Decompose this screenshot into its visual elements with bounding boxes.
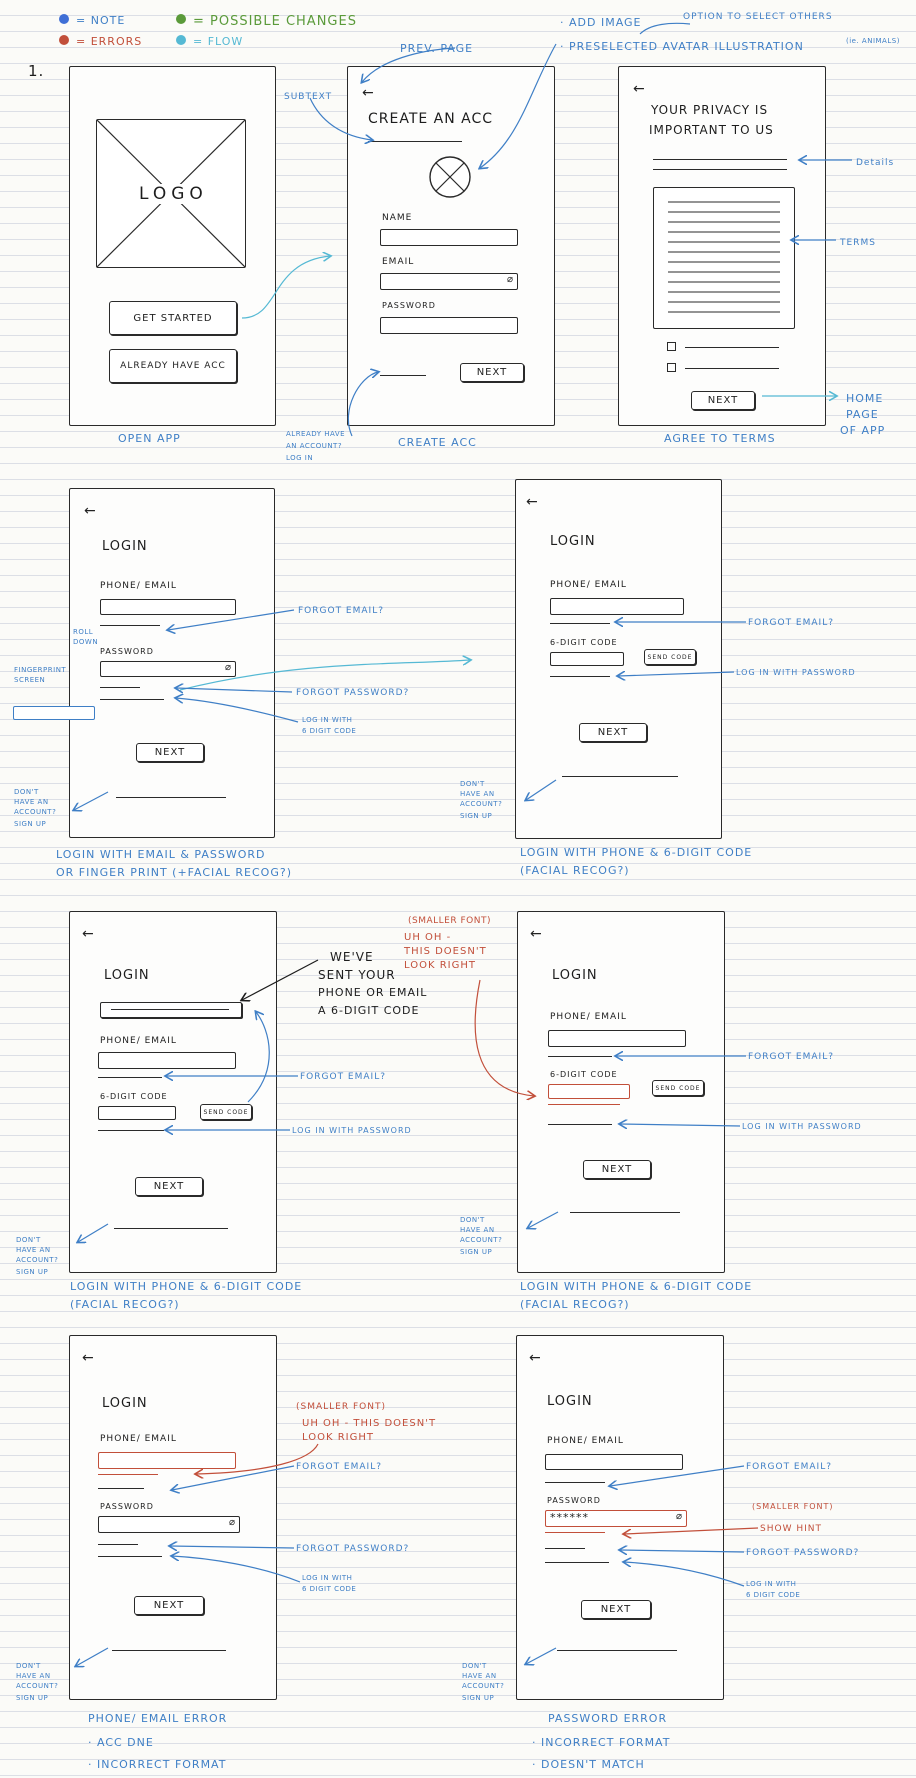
annotation-arrows	[0, 22, 852, 1778]
flow-arrow	[179, 660, 470, 691]
flow-arrow	[241, 256, 330, 319]
